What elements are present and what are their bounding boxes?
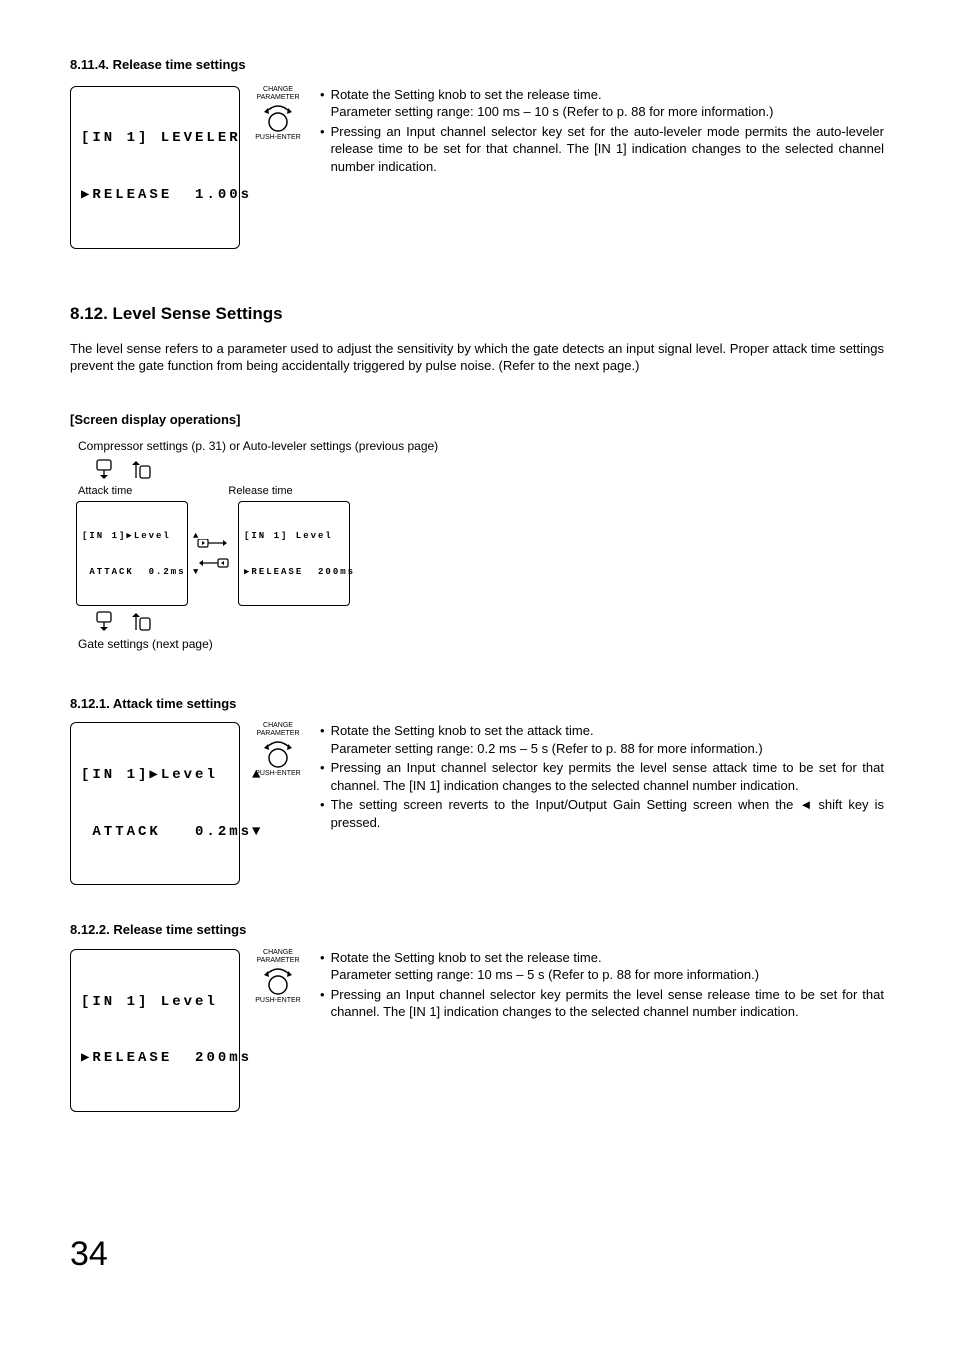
nav-arrows-top bbox=[94, 458, 884, 480]
lcd-attack-small: [IN 1]▶Level ▲ ATTACK 0.2ms ▼ bbox=[76, 501, 188, 606]
label-attack-time: Attack time bbox=[78, 484, 132, 499]
block-8-11-4: [IN 1] LEVELER ▶RELEASE 1.00s CHANGE PAR… bbox=[70, 86, 884, 249]
heading-8-12: 8.12. Level Sense Settings bbox=[70, 303, 884, 326]
knob-label-parameter: PARAMETER bbox=[256, 94, 299, 101]
lcd-line-1: [IN 1]▶Level ▲ bbox=[82, 530, 182, 542]
param-lead: Parameter setting range: bbox=[331, 966, 478, 984]
diagram-bottom-note: Gate settings (next page) bbox=[78, 636, 884, 652]
lcd-line-2: ▶RELEASE 200ms bbox=[81, 1049, 229, 1068]
down-select-icon bbox=[94, 458, 116, 480]
lcd-8-11-4: [IN 1] LEVELER ▶RELEASE 1.00s bbox=[70, 86, 240, 249]
knob-icon bbox=[260, 965, 296, 997]
knob-label-push: PUSH-ENTER bbox=[255, 997, 301, 1004]
bullet-dot: • bbox=[320, 759, 325, 794]
knob-label-change: CHANGE bbox=[263, 949, 293, 956]
nav-left-right-icon bbox=[196, 539, 230, 569]
knob-label-change: CHANGE bbox=[263, 722, 293, 729]
bullet-dot: • bbox=[320, 949, 325, 984]
knob-icon bbox=[260, 102, 296, 134]
label-release-time: Release time bbox=[228, 484, 292, 499]
diagram-8-12: Compressor settings (p. 31) or Auto-leve… bbox=[76, 438, 884, 652]
bullet-text: The setting screen reverts to the Input/… bbox=[331, 796, 884, 831]
param-rest: 10 ms – 5 s (Refer to p. 88 for more inf… bbox=[477, 966, 884, 984]
knob-8-12-2: CHANGE PARAMETER PUSH-ENTER bbox=[252, 949, 304, 1005]
bullet-text: Rotate the Setting knob to set the attac… bbox=[331, 723, 594, 738]
screen-display-operations: [Screen display operations] bbox=[70, 411, 884, 429]
knob-label-change: CHANGE bbox=[263, 86, 293, 93]
text-8-11-4: • Rotate the Setting knob to set the rel… bbox=[320, 86, 884, 178]
knob-icon bbox=[260, 738, 296, 770]
lcd-line-2: ▶RELEASE 1.00s bbox=[81, 186, 229, 205]
lcd-line-2: ATTACK 0.2ms ▼ bbox=[82, 566, 182, 578]
left-triangle-icon: ◄ bbox=[799, 796, 812, 814]
up-select-icon bbox=[130, 458, 152, 480]
diagram-top-note: Compressor settings (p. 31) or Auto-leve… bbox=[78, 438, 884, 454]
knob-label-push: PUSH-ENTER bbox=[255, 770, 301, 777]
param-rest: 100 ms – 10 s (Refer to p. 88 for more i… bbox=[477, 103, 884, 121]
lcd-line-1: [IN 1] Level bbox=[81, 993, 229, 1012]
bullet-text: Rotate the Setting knob to set the relea… bbox=[331, 950, 602, 965]
intro-8-12: The level sense refers to a parameter us… bbox=[70, 340, 884, 375]
knob-label-push: PUSH-ENTER bbox=[255, 134, 301, 141]
param-rest: 0.2 ms – 5 s (Refer to p. 88 for more in… bbox=[477, 740, 884, 758]
text-8-12-1: • Rotate the Setting knob to set the att… bbox=[320, 722, 884, 833]
heading-8-12-1: 8.12.1. Attack time settings bbox=[70, 695, 884, 713]
page-number: 34 bbox=[70, 1232, 884, 1278]
lcd-line-1: [IN 1]▶Level ▲ bbox=[81, 766, 229, 785]
up-select-icon bbox=[130, 610, 152, 632]
knob-label-parameter: PARAMETER bbox=[256, 730, 299, 737]
bullet-dot: • bbox=[320, 123, 325, 176]
param-lead: Parameter setting range: bbox=[331, 740, 478, 758]
knob-8-11-4: CHANGE PARAMETER PUSH-ENTER bbox=[252, 86, 304, 142]
bullet-text: Pressing an Input channel selector key s… bbox=[331, 123, 884, 176]
bullet-dot: • bbox=[320, 796, 325, 831]
lcd-8-12-1: [IN 1]▶Level ▲ ATTACK 0.2ms▼ bbox=[70, 722, 240, 885]
param-lead: Parameter setting range: bbox=[331, 103, 478, 121]
bullet-text: Pressing an Input channel selector key p… bbox=[331, 759, 884, 794]
down-select-icon bbox=[94, 610, 116, 632]
knob-label-parameter: PARAMETER bbox=[256, 957, 299, 964]
lcd-8-12-2: [IN 1] Level ▶RELEASE 200ms bbox=[70, 949, 240, 1112]
knob-8-12-1: CHANGE PARAMETER PUSH-ENTER bbox=[252, 722, 304, 778]
lcd-release-small: [IN 1] Level ▶RELEASE 200ms bbox=[238, 501, 350, 606]
bullet-dot: • bbox=[320, 722, 325, 757]
lcd-line-1: [IN 1] Level bbox=[244, 530, 344, 542]
nav-arrows-bottom bbox=[94, 610, 884, 632]
lcd-line-2: ATTACK 0.2ms▼ bbox=[81, 823, 229, 842]
bullet-text: Rotate the Setting knob to set the relea… bbox=[331, 87, 602, 102]
block-8-12-2: [IN 1] Level ▶RELEASE 200ms CHANGE PARAM… bbox=[70, 949, 884, 1112]
bullet-text: Pressing an Input channel selector key p… bbox=[331, 986, 884, 1021]
heading-8-11-4: 8.11.4. Release time settings bbox=[70, 56, 884, 74]
bullet-dot: • bbox=[320, 86, 325, 121]
bullet-dot: • bbox=[320, 986, 325, 1021]
text-8-12-2: • Rotate the Setting knob to set the rel… bbox=[320, 949, 884, 1023]
lcd-line-1: [IN 1] LEVELER bbox=[81, 129, 229, 148]
heading-8-12-2: 8.12.2. Release time settings bbox=[70, 921, 884, 939]
block-8-12-1: [IN 1]▶Level ▲ ATTACK 0.2ms▼ CHANGE PARA… bbox=[70, 722, 884, 885]
lcd-line-2: ▶RELEASE 200ms bbox=[244, 566, 344, 578]
bullet-text-a: The setting screen reverts to the Input/… bbox=[331, 797, 800, 812]
